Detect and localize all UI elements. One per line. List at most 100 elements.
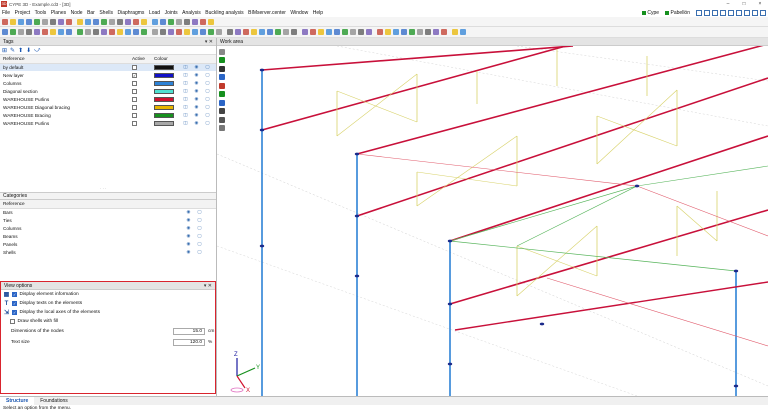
lock-icon[interactable]: ▢ bbox=[194, 225, 205, 231]
lock-icon[interactable]: ▢ bbox=[194, 217, 205, 223]
lock-icon[interactable]: ▢ bbox=[194, 233, 205, 239]
close-icon[interactable]: × bbox=[752, 0, 768, 8]
panel-controls[interactable]: ▾ ✕ bbox=[204, 283, 212, 289]
tool-icon[interactable] bbox=[117, 18, 123, 25]
display-element-info-checkbox[interactable]: ✓ bbox=[12, 292, 17, 297]
tool-icon[interactable] bbox=[409, 29, 415, 35]
tool-icon[interactable] bbox=[42, 18, 48, 25]
node[interactable] bbox=[259, 68, 265, 72]
eye-icon[interactable]: ◉ bbox=[191, 64, 202, 70]
tool-icon[interactable] bbox=[441, 29, 447, 35]
tool-icon[interactable] bbox=[141, 29, 147, 35]
bracing-diagonal[interactable] bbox=[516, 225, 598, 297]
display-local-axes-checkbox[interactable]: ✓ bbox=[12, 310, 17, 315]
tool-icon[interactable] bbox=[141, 18, 147, 25]
category-row[interactable]: Panels ◉ ▢ bbox=[0, 240, 216, 248]
tool-icon[interactable] bbox=[200, 29, 206, 35]
eye-icon[interactable]: ◉ bbox=[183, 225, 194, 231]
search-icon[interactable] bbox=[696, 9, 702, 16]
tool-icon[interactable] bbox=[152, 18, 158, 25]
purlin[interactable] bbox=[261, 46, 574, 71]
tag-row[interactable]: WAREHOUSE Diagonal bracing ◫ ◉ ▢ bbox=[0, 103, 216, 111]
layout-icon[interactable] bbox=[736, 9, 742, 16]
display-texts-checkbox[interactable]: ✓ bbox=[12, 301, 17, 306]
tool-icon[interactable] bbox=[26, 29, 32, 35]
node[interactable] bbox=[733, 384, 739, 388]
category-row[interactable]: Ties ◉ ▢ bbox=[0, 216, 216, 224]
tag-active-checkbox[interactable] bbox=[132, 89, 137, 94]
category-row[interactable]: Columns ◉ ▢ bbox=[0, 224, 216, 232]
eye-icon[interactable]: ◉ bbox=[183, 233, 194, 239]
tag-active-checkbox[interactable] bbox=[132, 105, 137, 110]
view-icon[interactable] bbox=[720, 9, 726, 16]
grid-line[interactable] bbox=[217, 245, 638, 396]
shell-icon[interactable]: ◫ bbox=[180, 64, 191, 70]
menu-joints[interactable]: Joints bbox=[165, 10, 178, 16]
tool-icon[interactable] bbox=[2, 18, 8, 25]
tool-icon[interactable] bbox=[66, 18, 72, 25]
eye-icon[interactable]: ◉ bbox=[191, 120, 202, 126]
tool-icon[interactable] bbox=[334, 29, 340, 35]
node[interactable] bbox=[354, 214, 360, 218]
menu-planes[interactable]: Planes bbox=[51, 10, 66, 16]
menu-bimserver[interactable]: BIMserver.center bbox=[248, 10, 286, 16]
tool-icon[interactable] bbox=[168, 18, 174, 25]
tool-icon[interactable] bbox=[133, 18, 139, 25]
tab-foundations[interactable]: Foundations bbox=[34, 398, 74, 404]
tool-icon[interactable] bbox=[302, 29, 308, 35]
tool-icon[interactable] bbox=[235, 29, 241, 35]
eye-icon[interactable]: ◉ bbox=[183, 249, 194, 255]
bracing-red[interactable] bbox=[356, 153, 638, 187]
lock-icon[interactable]: ▢ bbox=[202, 72, 213, 78]
tool-icon[interactable] bbox=[10, 29, 16, 35]
tag-active-checkbox[interactable] bbox=[132, 81, 137, 86]
tool-icon[interactable] bbox=[452, 29, 458, 35]
node[interactable] bbox=[634, 184, 640, 188]
tool-icon[interactable] bbox=[2, 29, 8, 35]
tool-icon[interactable] bbox=[227, 29, 233, 35]
tool-icon[interactable] bbox=[160, 29, 166, 35]
tag-active-checkbox[interactable] bbox=[132, 121, 137, 126]
tool-icon[interactable] bbox=[66, 29, 72, 35]
tag-row[interactable]: Diagonal section ◫ ◉ ▢ bbox=[0, 87, 216, 95]
tool-icon[interactable] bbox=[77, 29, 83, 35]
view-icon[interactable] bbox=[712, 9, 718, 16]
shell-icon[interactable]: ◫ bbox=[180, 72, 191, 78]
tag-active-checkbox[interactable] bbox=[132, 113, 137, 118]
tool-icon[interactable] bbox=[358, 29, 364, 35]
category-row[interactable]: Shells ◉ ▢ bbox=[0, 248, 216, 256]
tool-icon[interactable] bbox=[401, 29, 407, 35]
work-area[interactable]: Work area Z Y X bbox=[217, 38, 768, 396]
menu-project[interactable]: Project bbox=[15, 10, 31, 16]
lock-icon[interactable]: ▢ bbox=[202, 120, 213, 126]
tool-icon[interactable] bbox=[184, 18, 190, 25]
maximize-icon[interactable]: □ bbox=[736, 0, 752, 8]
menu-window[interactable]: Window bbox=[290, 10, 308, 16]
menu-file[interactable]: File bbox=[2, 10, 10, 16]
node[interactable] bbox=[259, 244, 265, 248]
eye-icon[interactable]: ◉ bbox=[191, 88, 202, 94]
tool-icon[interactable] bbox=[168, 29, 174, 35]
menu-shells[interactable]: Shells bbox=[99, 10, 113, 16]
bracing-diagonal[interactable] bbox=[416, 171, 518, 187]
tool-icon[interactable] bbox=[160, 18, 166, 25]
bracing-diagonal[interactable] bbox=[596, 89, 678, 165]
tool-icon[interactable] bbox=[58, 18, 64, 25]
tool-icon[interactable] bbox=[93, 29, 99, 35]
eye-icon[interactable]: ◉ bbox=[183, 217, 194, 223]
tool-icon[interactable] bbox=[192, 29, 198, 35]
shell-icon[interactable]: ◫ bbox=[180, 96, 191, 102]
lock-icon[interactable]: ▢ bbox=[202, 80, 213, 86]
shell-icon[interactable]: ◫ bbox=[180, 104, 191, 110]
tag-colour-swatch[interactable] bbox=[154, 104, 174, 110]
help-icon[interactable] bbox=[760, 9, 766, 16]
layout-icon[interactable] bbox=[728, 9, 734, 16]
tool-icon[interactable] bbox=[109, 29, 115, 35]
tool-icon[interactable] bbox=[460, 29, 466, 35]
lock-icon[interactable]: ▢ bbox=[202, 96, 213, 102]
menu-buckling-analysis[interactable]: Buckling analysis bbox=[205, 10, 243, 16]
tool-icon[interactable] bbox=[350, 29, 356, 35]
eye-icon[interactable]: ◉ bbox=[183, 209, 194, 215]
tag-active-checkbox[interactable] bbox=[132, 65, 137, 70]
display-texts-option[interactable]: T ✓ Display texts on the elements bbox=[1, 299, 215, 308]
